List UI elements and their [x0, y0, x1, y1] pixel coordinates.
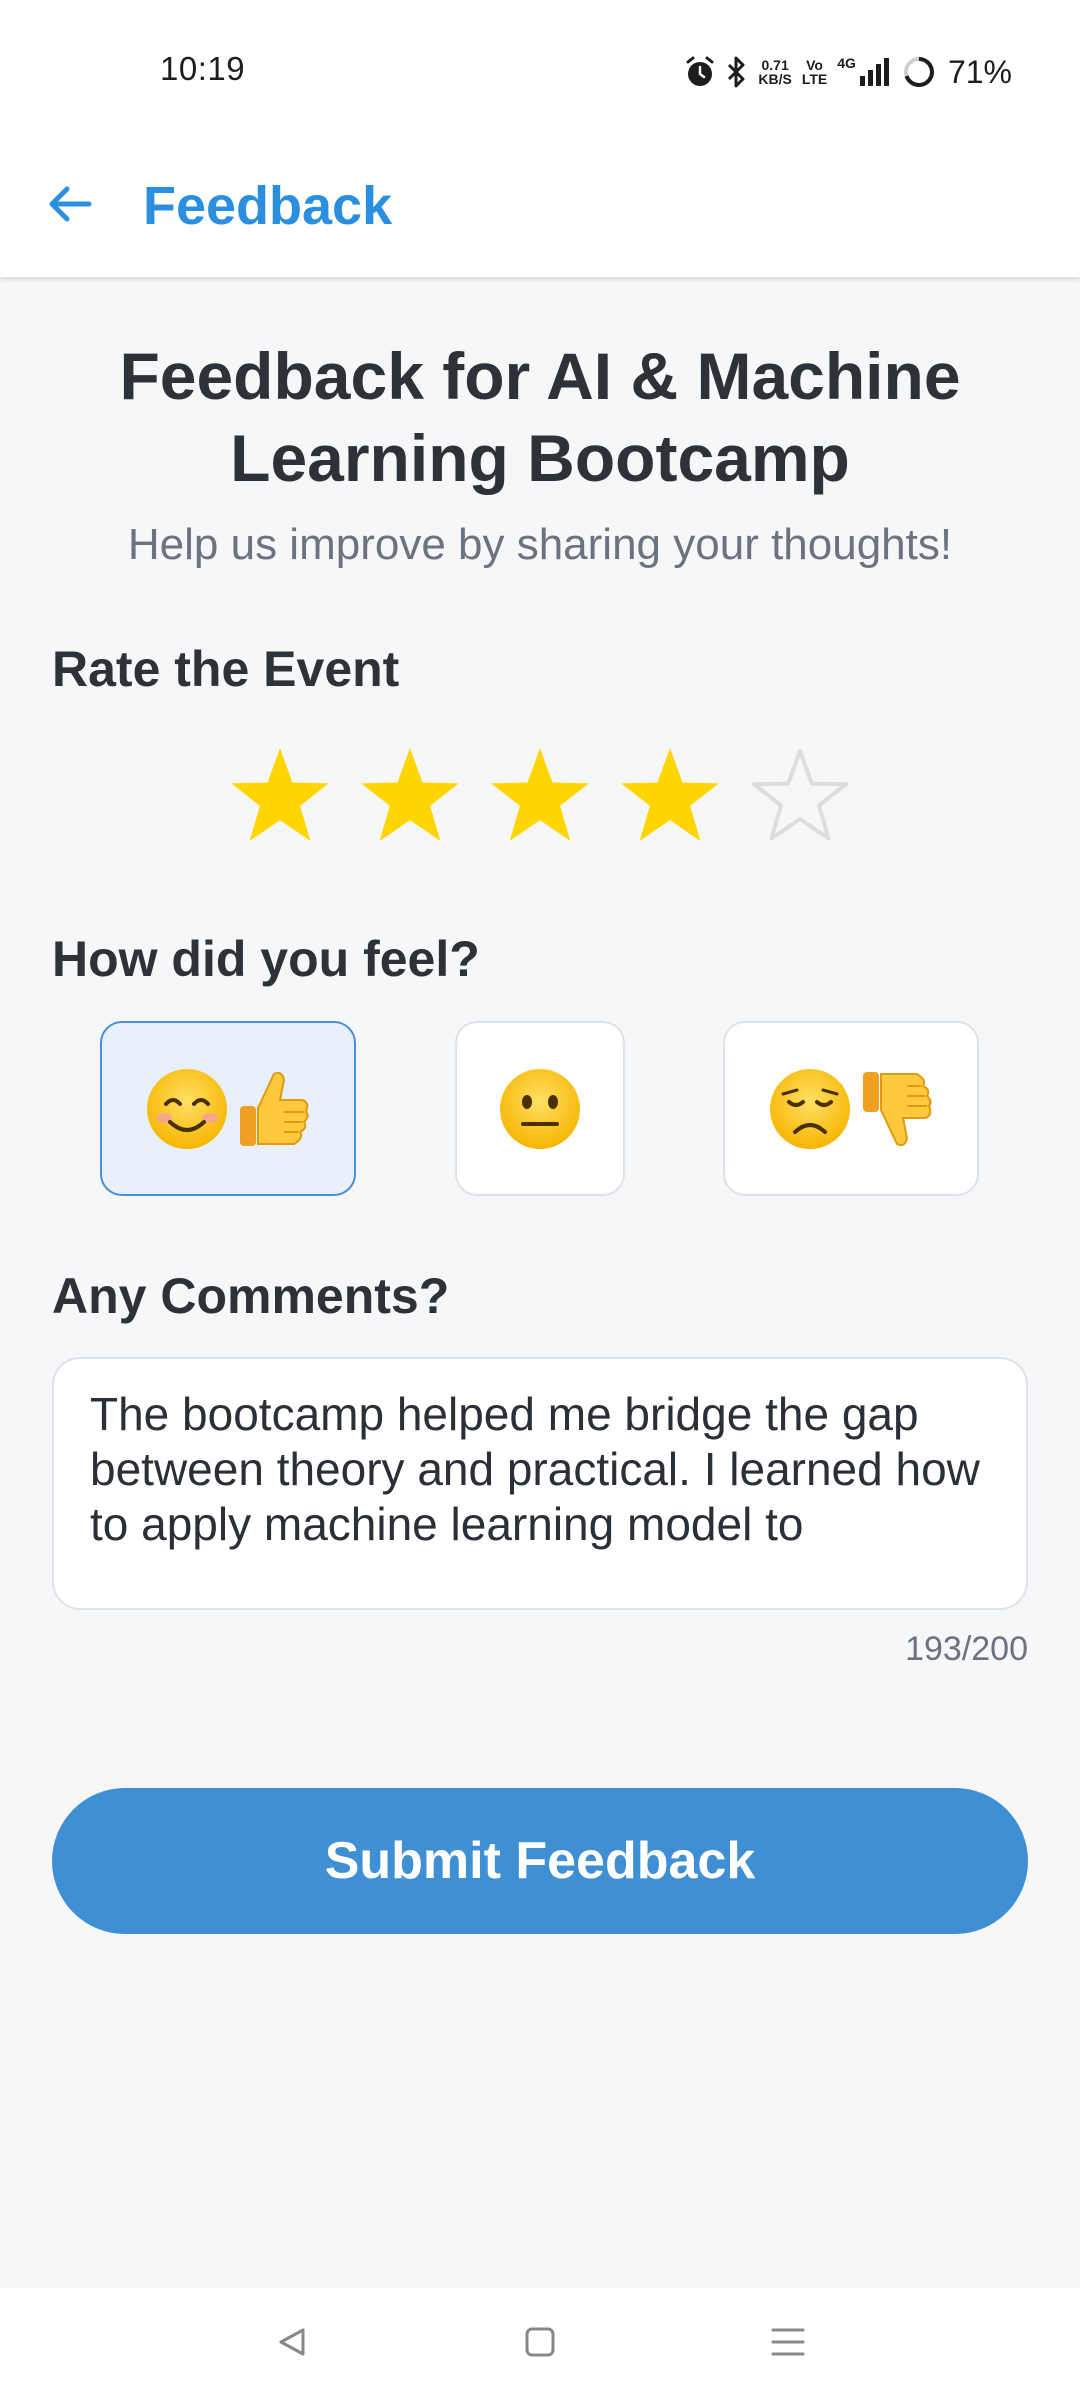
star-1[interactable]: [230, 745, 330, 845]
star-rating[interactable]: [230, 745, 850, 845]
page-title: Feedback for AI & Machine Learning Bootc…: [119, 339, 961, 495]
mood-option-negative[interactable]: [723, 1021, 979, 1196]
net-speed-unit: KB/S: [758, 71, 792, 87]
submit-feedback-button[interactable]: Submit Feedback: [52, 1788, 1028, 1934]
signal-icon: 4G: [837, 56, 892, 88]
alarm-icon: [684, 55, 716, 89]
battery-percent: 71%: [947, 53, 1012, 90]
nav-home-button[interactable]: [508, 2312, 572, 2376]
mood-option-neutral[interactable]: [455, 1021, 625, 1196]
bluetooth-icon: [726, 55, 748, 89]
comments-textarea[interactable]: The bootcamp helped me bridge the gap be…: [52, 1357, 1028, 1610]
status-time: 10:19: [160, 50, 246, 87]
system-nav-bar: [0, 2288, 1080, 2400]
rating-label: Rate the Event: [52, 641, 400, 697]
comments-label: Any Comments?: [52, 1268, 450, 1324]
mood-label: How did you feel?: [52, 931, 480, 987]
neutral-face-icon: [497, 1066, 583, 1152]
volte-indicator: Vo LTE: [802, 58, 827, 86]
status-icons: 0.71 KB/S Vo LTE 4G 71%: [684, 50, 1012, 94]
back-triangle-icon: [275, 2325, 309, 2364]
smiling-face-icon: [144, 1066, 230, 1152]
status-bar: 10:19 0.71 KB/S Vo LTE 4G 71%: [0, 0, 1080, 140]
disappointed-face-icon: [767, 1066, 853, 1152]
nav-back-button[interactable]: [260, 2312, 324, 2376]
net-speed-value: 0.71: [761, 57, 789, 73]
volte-top: Vo: [806, 57, 823, 73]
network-type: 4G: [837, 55, 856, 71]
back-button[interactable]: [30, 166, 110, 246]
star-5[interactable]: [750, 745, 850, 845]
app-bar-title: Feedback: [143, 176, 393, 236]
arrow-left-icon: [47, 184, 93, 229]
battery-ring-icon: [902, 55, 936, 89]
star-4[interactable]: [620, 745, 720, 845]
character-counter: 193/200: [905, 1630, 1028, 1668]
thumbs-down-icon: [859, 1066, 935, 1152]
nav-menu-button[interactable]: [756, 2312, 820, 2376]
net-speed: 0.71 KB/S: [758, 58, 791, 86]
star-2[interactable]: [360, 745, 460, 845]
app-bar: Feedback: [0, 140, 1080, 278]
mood-option-positive[interactable]: [100, 1021, 356, 1196]
home-square-icon: [523, 2325, 557, 2364]
page-subtitle: Help us improve by sharing your thoughts…: [127, 520, 953, 569]
star-3[interactable]: [490, 745, 590, 845]
menu-lines-icon: [770, 2325, 806, 2364]
thumbs-up-icon: [236, 1066, 312, 1152]
volte-bottom: LTE: [801, 71, 828, 87]
